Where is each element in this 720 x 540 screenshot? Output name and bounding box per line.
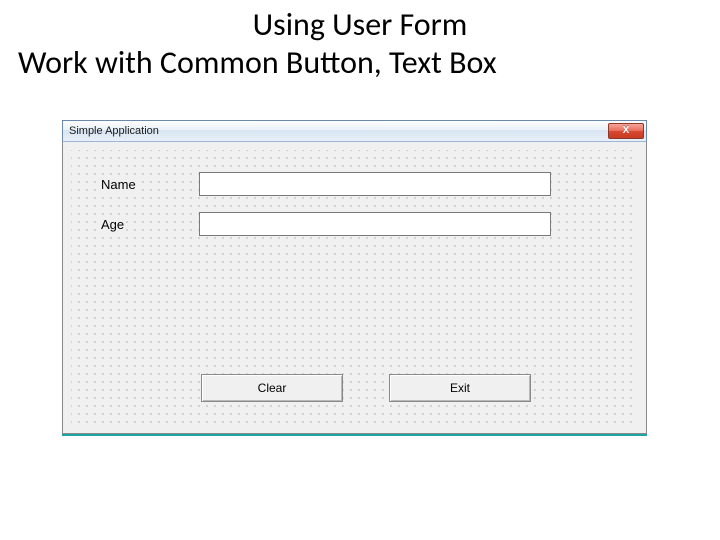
window-title: Simple Application xyxy=(69,125,159,137)
slide-title-line2: Work with Common Button, Text Box xyxy=(0,44,720,100)
exit-button[interactable]: Exit xyxy=(389,374,531,402)
clear-button[interactable]: Clear xyxy=(201,374,343,402)
titlebar[interactable]: Simple Application X xyxy=(62,120,647,142)
slide-title-line1: Using User Form xyxy=(0,0,720,44)
userform-window: Simple Application X Name Age Clear Exit xyxy=(62,120,647,434)
name-input[interactable] xyxy=(199,172,551,196)
label-age: Age xyxy=(99,216,126,233)
label-name: Name xyxy=(99,176,138,193)
accent-underline xyxy=(62,434,647,436)
form-body: Name Age Clear Exit xyxy=(62,142,647,434)
close-button[interactable]: X xyxy=(608,123,644,139)
age-input[interactable] xyxy=(199,212,551,236)
close-icon: X xyxy=(623,126,630,136)
